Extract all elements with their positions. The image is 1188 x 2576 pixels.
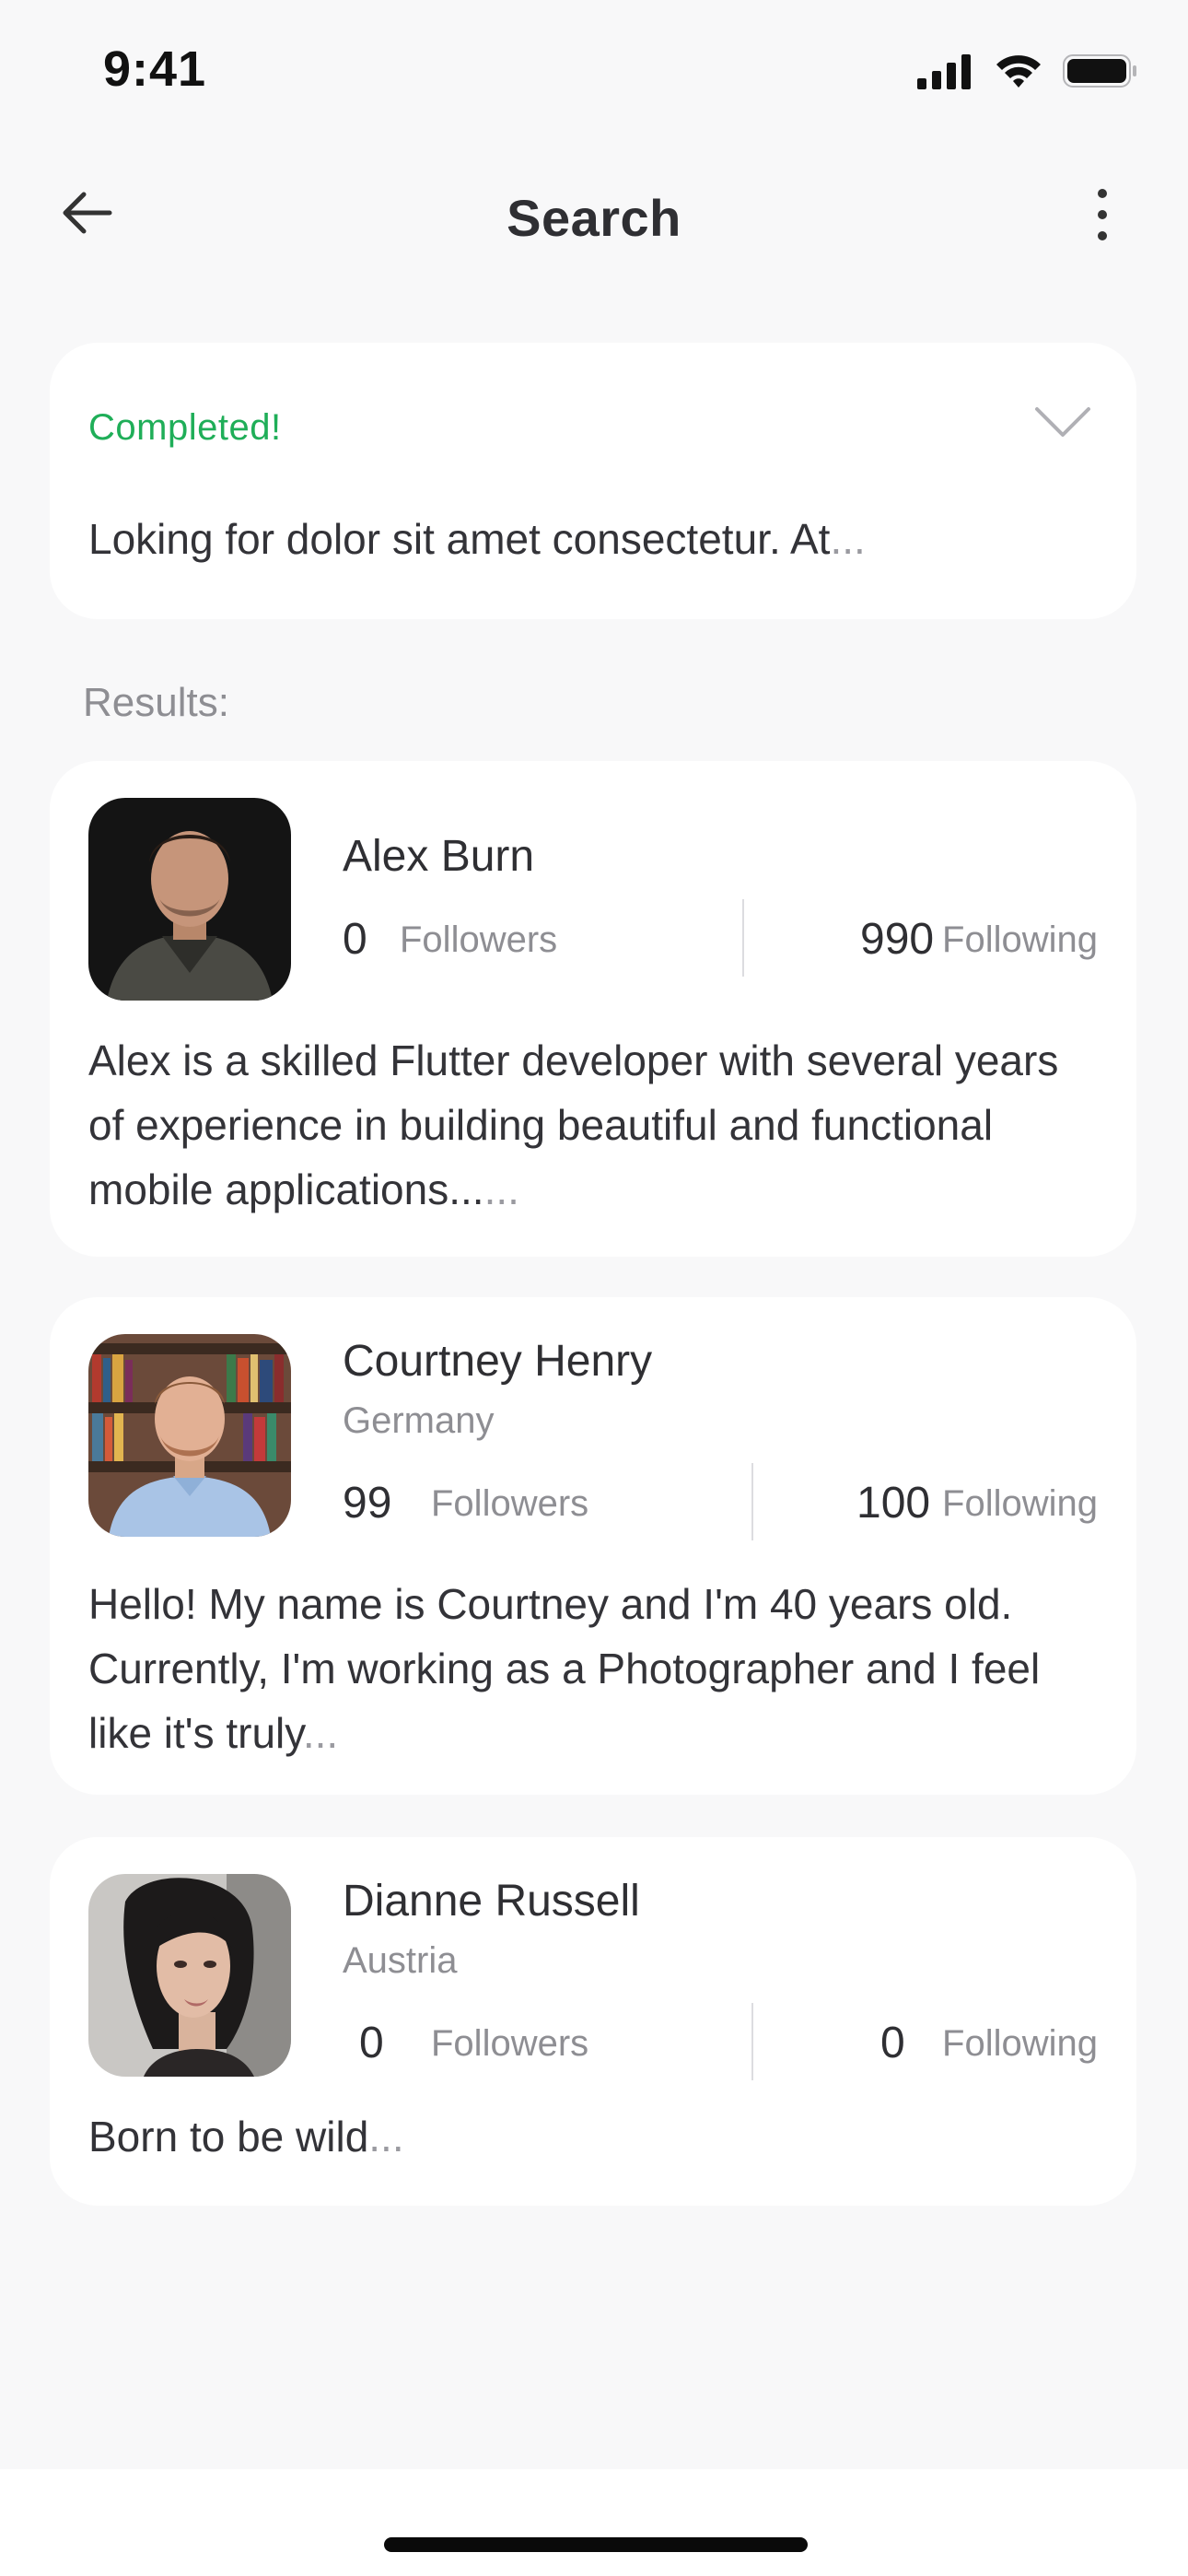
- followers-count: 99: [343, 1479, 392, 1528]
- search-query-text: Loking for dolor sit amet consectetur. A…: [88, 514, 1098, 564]
- battery-icon: [1063, 53, 1138, 94]
- stats-divider: [751, 1463, 753, 1540]
- following-label: Following: [942, 919, 1098, 960]
- vertical-dots-icon: [1096, 187, 1109, 247]
- avatar[interactable]: [88, 1334, 291, 1537]
- followers-count: 0: [359, 2019, 384, 2067]
- status-time: 9:41: [103, 41, 207, 97]
- stats-divider: [742, 899, 744, 977]
- user-name[interactable]: Courtney Henry: [343, 1336, 652, 1387]
- chevron-down-icon: [1033, 404, 1092, 445]
- following-count: 0: [880, 2019, 905, 2067]
- bottom-safe-area: [0, 2469, 1188, 2576]
- user-bio-ellipsis: ...: [368, 2113, 404, 2160]
- search-status-label: Completed!: [88, 407, 282, 448]
- result-card[interactable]: Alex Burn 0 Followers 990 Following Alex…: [50, 761, 1136, 1257]
- status-bar: 9:41: [0, 0, 1188, 138]
- following-count: 100: [856, 1479, 931, 1528]
- following-count: 990: [860, 915, 935, 964]
- user-bio-ellipsis: ...: [483, 1165, 519, 1213]
- user-bio-text: Born to be wild: [88, 2113, 369, 2160]
- following-label: Following: [942, 2023, 1098, 2064]
- search-query-value: Loking for dolor sit amet consectetur. A…: [88, 515, 831, 563]
- result-card[interactable]: Dianne Russell Austria 0 Followers 0 Fol…: [50, 1837, 1136, 2206]
- home-indicator[interactable]: [384, 2537, 808, 2552]
- results-label: Results:: [83, 680, 229, 725]
- navigation-bar: Search: [0, 157, 1188, 276]
- more-options-button[interactable]: [1089, 184, 1116, 249]
- user-name[interactable]: Dianne Russell: [343, 1876, 640, 1926]
- search-summary-card[interactable]: Completed! Loking for dolor sit amet con…: [50, 343, 1136, 619]
- user-bio: Born to be wild...: [88, 2104, 1081, 2169]
- stats-row: 0 Followers 990 Following: [343, 899, 1098, 977]
- user-country: Germany: [343, 1400, 495, 1441]
- page-title: Search: [507, 189, 681, 247]
- followers-label: Followers: [400, 919, 558, 960]
- search-results-screen: 9:41 Search Completed! Loking for dolor …: [0, 0, 1188, 2576]
- followers-label: Followers: [431, 1483, 589, 1524]
- followers-count: 0: [343, 915, 367, 964]
- user-bio-ellipsis: ...: [302, 1709, 339, 1757]
- avatar[interactable]: [88, 798, 291, 1001]
- result-card[interactable]: Courtney Henry Germany 99 Followers 100 …: [50, 1297, 1136, 1795]
- followers-label: Followers: [431, 2023, 589, 2064]
- user-name[interactable]: Alex Burn: [343, 831, 534, 882]
- user-bio-text: Hello! My name is Courtney and I'm 40 ye…: [88, 1580, 1041, 1757]
- status-icons: [917, 52, 1138, 95]
- user-bio-text: Alex is a skilled Flutter developer with…: [88, 1036, 1059, 1213]
- stats-row: 99 Followers 100 Following: [343, 1463, 1098, 1540]
- cellular-signal-icon: [917, 53, 974, 94]
- stats-row: 0 Followers 0 Following: [343, 2003, 1098, 2080]
- expand-button[interactable]: [1033, 404, 1092, 444]
- stats-divider: [751, 2003, 753, 2080]
- search-query-ellipsis: ...: [830, 515, 866, 563]
- user-country: Austria: [343, 1940, 458, 1981]
- following-label: Following: [942, 1483, 1098, 1524]
- wifi-icon: [993, 52, 1044, 95]
- user-bio: Alex is a skilled Flutter developer with…: [88, 1028, 1081, 1222]
- user-bio: Hello! My name is Courtney and I'm 40 ye…: [88, 1572, 1081, 1765]
- avatar[interactable]: [88, 1874, 291, 2077]
